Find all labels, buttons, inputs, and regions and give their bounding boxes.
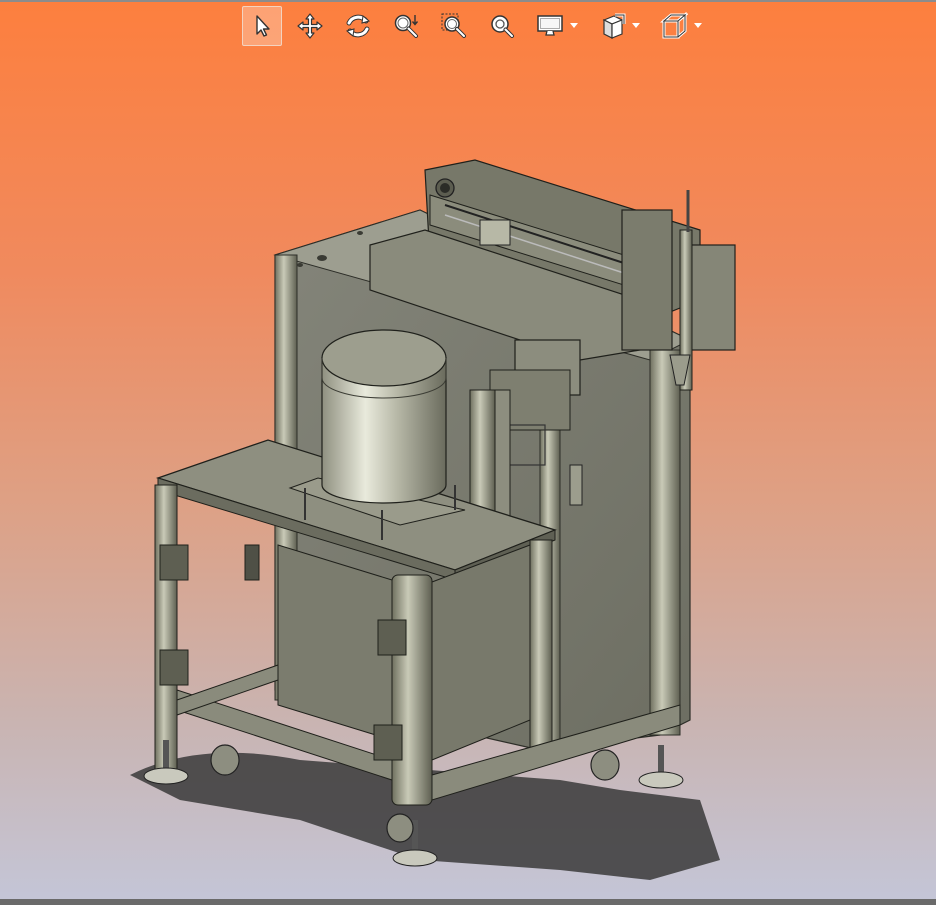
hopper-cylinder (321, 329, 447, 504)
viewport-bottom-border (0, 899, 936, 905)
machine-assembly-model[interactable] (0, 0, 936, 905)
graphics-viewport[interactable] (0, 0, 936, 905)
